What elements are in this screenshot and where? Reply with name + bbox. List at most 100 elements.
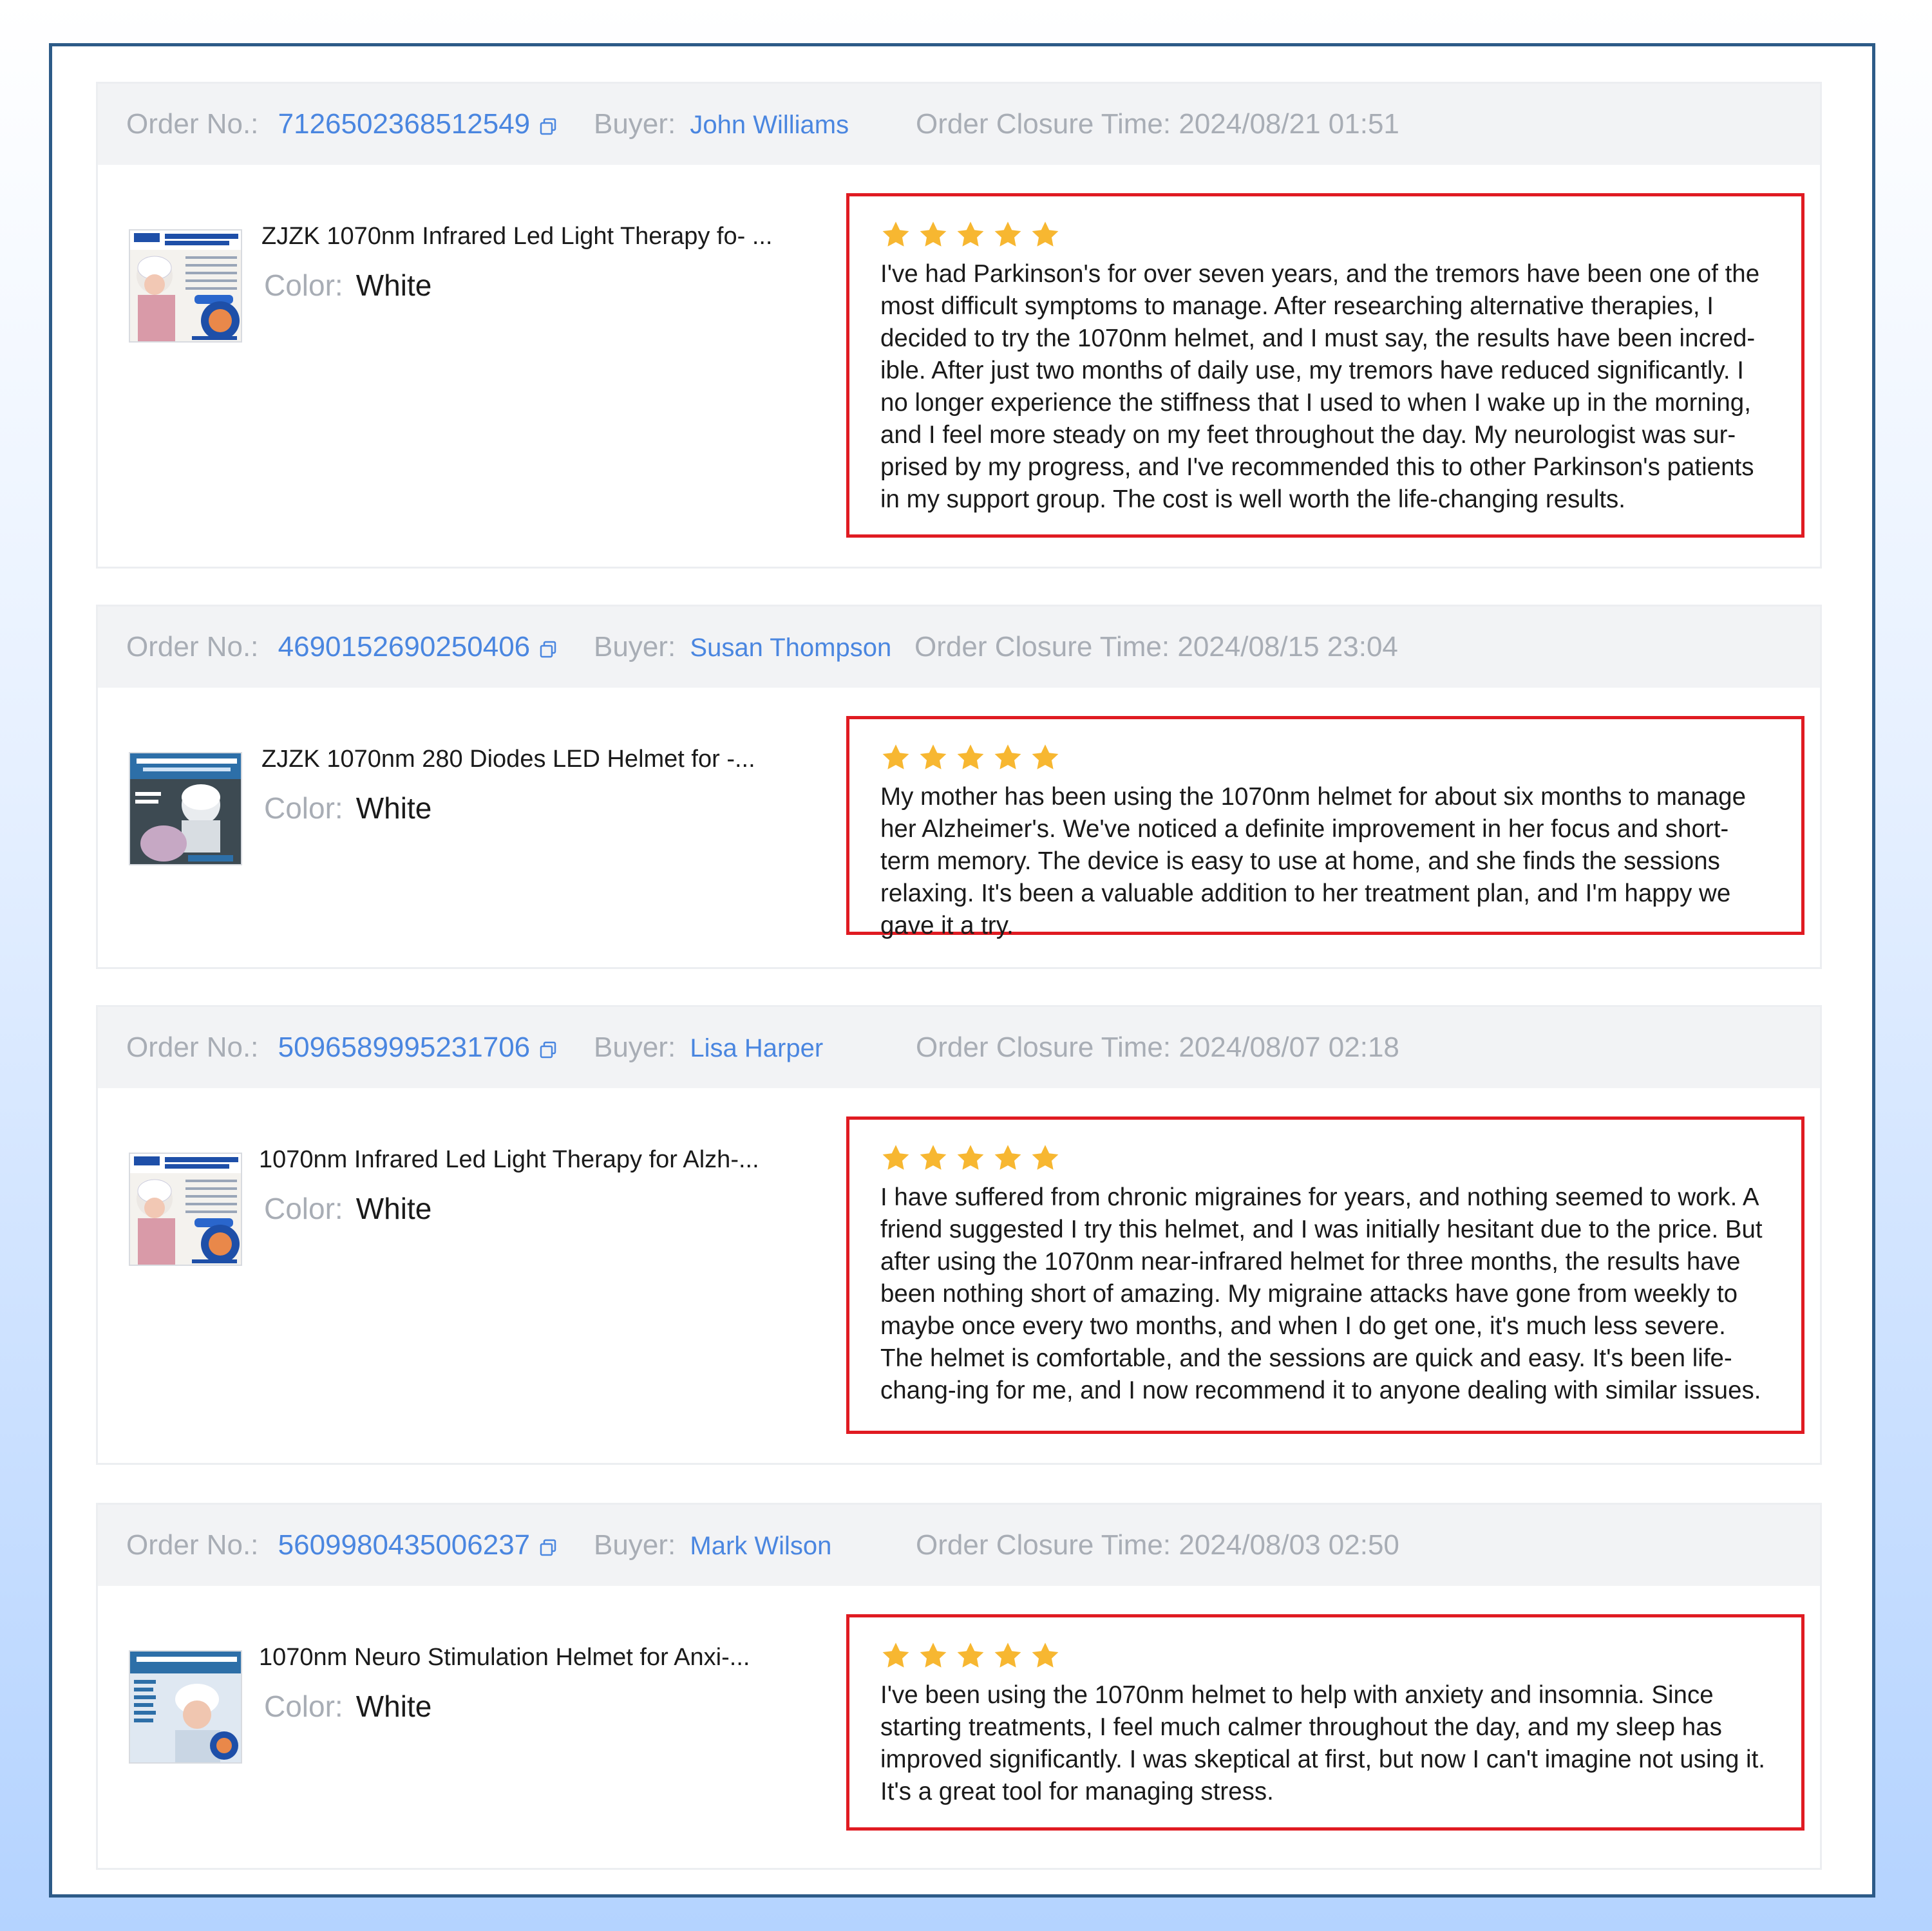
order-header: Order No.: 7126502368512549 Buyer: John … [98,84,1820,165]
copy-icon[interactable] [539,1041,556,1059]
closure-time-group: Order Closure Time: 2024/08/03 02:50 [916,1505,1399,1586]
color-label: Color: [264,1192,343,1225]
star-icon [957,1145,984,1170]
review-text: My mother has been using the 1070nm helm… [880,783,1746,939]
color-label: Color: [264,1690,343,1723]
closure-time-label: Order Closure Time: [916,1031,1171,1063]
closure-time-group: Order Closure Time: 2024/08/15 23:04 [914,607,1398,688]
star-icon [1032,744,1059,769]
order-number-group: Order No.: 5096589995231706 [126,1007,556,1088]
star-rating [880,1143,1773,1175]
star-icon [994,744,1021,769]
copy-icon[interactable] [539,641,556,658]
order-number[interactable]: 5609980435006237 [278,1529,531,1561]
product-thumbnail[interactable] [129,752,242,865]
closure-time-group: Order Closure Time: 2024/08/07 02:18 [916,1007,1399,1088]
star-icon [994,1643,1021,1668]
star-icon [1032,221,1059,247]
buyer-label: Buyer: [594,631,676,663]
color-value: White [355,1192,432,1225]
closure-time: 2024/08/21 01:51 [1179,108,1399,140]
copy-icon[interactable] [539,1539,556,1556]
product-thumbnail[interactable] [129,1153,242,1266]
buyer-label: Buyer: [594,1031,676,1063]
star-rating [880,220,1773,252]
review-box: I've been using the 1070nm helmet to hel… [846,1614,1804,1831]
closure-time: 2024/08/15 23:04 [1177,631,1398,663]
review-box: My mother has been using the 1070nm helm… [846,716,1804,939]
product-color: Color: White [264,268,431,303]
review-box: I have suffered from chronic migraines f… [846,1116,1804,1434]
order-card: Order No.: 5096589995231706 Buyer: Lisa … [96,1005,1822,1465]
order-card: Order No.: 4690152690250406 Buyer: Susan… [96,605,1822,969]
review-text: I have suffered from chronic migraines f… [880,1183,1763,1404]
review-text: I've been using the 1070nm helmet to hel… [880,1681,1766,1805]
orders-panel: Order No.: 7126502368512549 Buyer: John … [49,43,1875,1898]
buyer-group: Buyer: John Williams [594,84,849,165]
copy-icon[interactable] [539,118,556,135]
order-card: Order No.: 7126502368512549 Buyer: John … [96,82,1822,569]
color-value: White [355,1690,432,1723]
star-icon [957,744,984,769]
buyer-group: Buyer: Lisa Harper [594,1007,823,1089]
star-icon [957,1643,984,1668]
order-number[interactable]: 4690152690250406 [278,631,531,663]
star-icon [920,221,947,247]
buyer-group: Buyer: Susan Thompson [594,607,891,688]
buyer-name[interactable]: Lisa Harper [690,1034,823,1062]
order-number[interactable]: 7126502368512549 [278,108,531,140]
order-number-group: Order No.: 5609980435006237 [126,1505,556,1586]
star-rating [880,1641,1773,1673]
order-number-label: Order No.: [126,1529,259,1561]
buyer-label: Buyer: [594,108,676,140]
color-value: White [355,268,432,302]
product-color: Color: White [264,1191,431,1226]
closure-time-label: Order Closure Time: [916,108,1171,140]
order-number-label: Order No.: [126,631,259,663]
star-icon [882,221,909,247]
color-label: Color: [264,268,343,302]
star-icon [994,1145,1021,1170]
order-number-group: Order No.: 7126502368512549 [126,84,556,165]
order-header: Order No.: 4690152690250406 Buyer: Susan… [98,607,1820,688]
product-title[interactable]: 1070nm Infrared Led Light Therapy for Al… [259,1146,759,1174]
star-icon [882,1643,909,1668]
star-icon [994,221,1021,247]
buyer-name[interactable]: Mark Wilson [690,1532,831,1560]
review-text: I've had Parkinson's for over seven year… [880,260,1760,513]
order-number-group: Order No.: 4690152690250406 [126,607,556,688]
star-icon [882,744,909,769]
product-title[interactable]: ZJZK 1070nm 280 Diodes LED Helmet for -.… [261,746,755,773]
order-header: Order No.: 5096589995231706 Buyer: Lisa … [98,1007,1820,1088]
star-rating [880,742,1773,775]
order-card: Order No.: 5609980435006237 Buyer: Mark … [96,1503,1822,1870]
closure-time-label: Order Closure Time: [916,1529,1171,1561]
star-icon [920,744,947,769]
product-thumbnail[interactable] [129,229,242,343]
product-title[interactable]: ZJZK 1070nm Infrared Led Light Therapy f… [261,223,773,250]
star-icon [882,1145,909,1170]
star-icon [957,221,984,247]
star-icon [920,1643,947,1668]
order-header: Order No.: 5609980435006237 Buyer: Mark … [98,1505,1820,1586]
color-value: White [355,791,432,825]
star-icon [1032,1145,1059,1170]
closure-time: 2024/08/03 02:50 [1179,1529,1399,1561]
buyer-label: Buyer: [594,1529,676,1561]
review-box: I've had Parkinson's for over seven year… [846,193,1804,538]
buyer-group: Buyer: Mark Wilson [594,1505,831,1587]
star-icon [1032,1643,1059,1668]
closure-time-group: Order Closure Time: 2024/08/21 01:51 [916,84,1399,165]
buyer-name[interactable]: John Williams [690,111,849,139]
closure-time-label: Order Closure Time: [914,631,1170,663]
closure-time: 2024/08/07 02:18 [1179,1031,1399,1063]
order-number-label: Order No.: [126,108,259,140]
order-number-label: Order No.: [126,1031,259,1063]
product-color: Color: White [264,791,431,825]
color-label: Color: [264,791,343,825]
product-title[interactable]: 1070nm Neuro Stimulation Helmet for Anxi… [259,1644,750,1672]
buyer-name[interactable]: Susan Thompson [690,634,891,662]
product-color: Color: White [264,1689,431,1724]
product-thumbnail[interactable] [129,1650,242,1764]
order-number[interactable]: 5096589995231706 [278,1031,531,1063]
